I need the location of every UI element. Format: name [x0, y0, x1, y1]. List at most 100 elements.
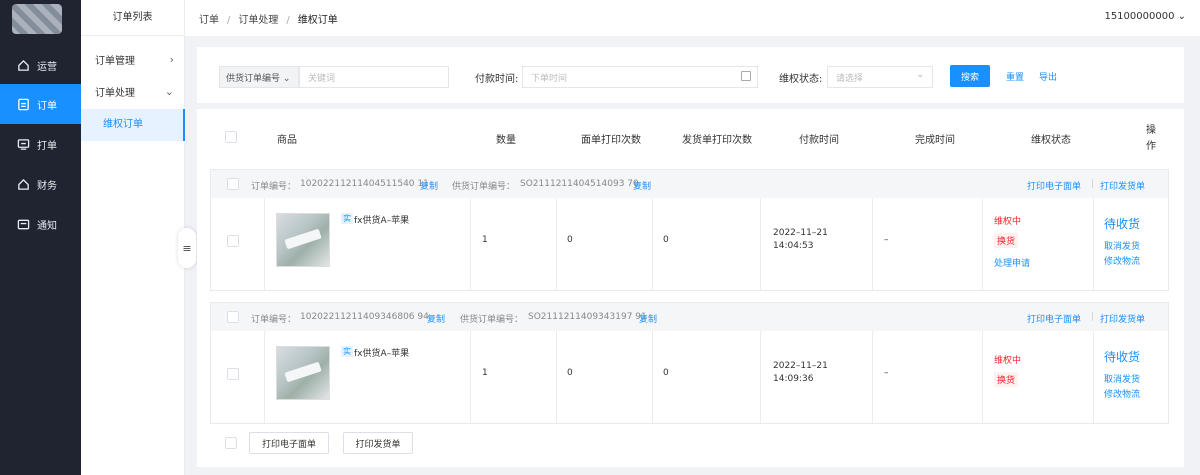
- calendar-icon: [741, 71, 751, 81]
- submenu-group-order-management[interactable]: 订单管理 ›: [81, 43, 184, 75]
- nav-item-operations[interactable]: 运营: [0, 45, 81, 85]
- bulk-print-waybill-button[interactable]: 打印电子面单: [249, 432, 329, 454]
- column-header: 付款时间: [799, 135, 839, 146]
- row-checkbox[interactable]: [227, 235, 239, 247]
- pay-time: 14:04:53: [773, 241, 814, 251]
- select-all-checkbox[interactable]: [225, 131, 237, 143]
- message-icon: [17, 219, 30, 229]
- keyword-input[interactable]: 关键词: [299, 66, 449, 88]
- order-no: 10202211211409346806 94: [300, 312, 429, 322]
- invoice-print-count: 0: [663, 235, 669, 245]
- print-waybill-link[interactable]: 打印电子面单: [1027, 312, 1081, 325]
- breadcrumb-item[interactable]: 订单: [199, 15, 219, 26]
- edit-logistics-link[interactable]: 修改物流: [1104, 387, 1140, 400]
- print-invoice-link[interactable]: 打印发货单: [1100, 179, 1145, 192]
- cancel-shipment-link[interactable]: 取消发货: [1104, 372, 1140, 385]
- copy-supply-no-button[interactable]: 复制: [633, 179, 651, 192]
- handle-request-link[interactable]: 处理申请: [994, 256, 1030, 269]
- chevron-down-icon: ⌄: [164, 84, 174, 98]
- divider: [197, 103, 1184, 109]
- nav-item-orders[interactable]: 订单: [0, 84, 81, 124]
- order-block: 订单编号： 10202211211404511540 11 复制 供货订单编号：…: [210, 169, 1169, 291]
- order-header: 订单编号： 10202211211409346806 94 复制 供货订单编号：…: [211, 303, 1168, 331]
- supply-no-label: 供货订单编号：: [460, 315, 524, 325]
- column-header: 操作: [1146, 125, 1156, 152]
- waybill-print-count: 0: [567, 235, 573, 245]
- order-no-label: 订单编号：: [251, 315, 297, 325]
- supply-no: SO2111211409343197 91: [528, 312, 647, 322]
- order-row: 实 fx供货A–苹果 1 0 0 2022–11–21 14:04:53 – 维…: [211, 198, 1168, 290]
- breadcrumb-item[interactable]: 订单处理: [238, 15, 278, 26]
- order-block: 订单编号： 10202211211409346806 94 复制 供货订单编号：…: [210, 302, 1169, 424]
- order-no: 10202211211404511540 11: [300, 179, 429, 189]
- printer-icon: [17, 138, 30, 150]
- pay-time-label: 付款时间:: [475, 74, 519, 85]
- row-checkbox[interactable]: [227, 368, 239, 380]
- collapse-menu-icon[interactable]: ≡: [178, 228, 196, 268]
- edit-logistics-link[interactable]: 修改物流: [1104, 254, 1140, 267]
- quantity: 1: [482, 235, 488, 245]
- supply-no: SO2111211404514093 70: [520, 179, 639, 189]
- finance-icon: [18, 178, 29, 190]
- pay-date: 2022–11–21: [773, 361, 828, 371]
- export-button[interactable]: 导出: [1039, 70, 1057, 83]
- finish-time: –: [884, 235, 889, 245]
- print-waybill-link[interactable]: 打印电子面单: [1027, 179, 1081, 192]
- copy-supply-no-button[interactable]: 复制: [639, 312, 657, 325]
- rights-type-badge: 换货: [994, 233, 1019, 248]
- chevron-right-icon: ›: [169, 52, 174, 66]
- physical-tag: 实: [341, 213, 353, 224]
- rights-status: 维权中: [994, 217, 1022, 227]
- main-sidebar: 运营 订单 打单 财务 通知: [0, 0, 81, 475]
- breadcrumb: 订单 / 订单处理 / 维权订单: [199, 14, 338, 26]
- product-name[interactable]: fx供货A–苹果: [354, 346, 409, 359]
- nav-item-finance[interactable]: 财务: [0, 164, 81, 204]
- home-icon: [18, 59, 29, 71]
- product-image[interactable]: [276, 213, 330, 267]
- submenu-title: 订单列表: [81, 0, 184, 36]
- column-header: 面单打印次数: [581, 135, 641, 146]
- top-header: 订单 / 订单处理 / 维权订单 15100000000 ⌄: [185, 0, 1200, 36]
- physical-tag: 实: [341, 346, 353, 357]
- nav-item-notice[interactable]: 通知: [0, 204, 81, 244]
- main-panel: 供货订单编号 ⌄ 关键词 付款时间: 下单时间 维权状态: 请选择 ⌄ 搜索 重…: [197, 47, 1184, 467]
- reset-button[interactable]: 重置: [1006, 70, 1024, 83]
- chevron-down-icon: ⌄: [916, 70, 924, 80]
- logo: [12, 4, 62, 34]
- bulk-print-invoice-button[interactable]: 打印发货单: [343, 432, 413, 454]
- rights-status-select[interactable]: 请选择 ⌄: [827, 66, 933, 88]
- submenu-group-order-processing[interactable]: 订单处理 ⌄: [81, 75, 184, 107]
- order-status: 待收货: [1104, 217, 1141, 231]
- order-no-label: 订单编号：: [251, 182, 297, 192]
- breadcrumb-current: 维权订单: [297, 14, 338, 26]
- copy-order-no-button[interactable]: 复制: [427, 312, 445, 325]
- rights-status: 维权中: [994, 356, 1022, 366]
- bottom-select-all-checkbox[interactable]: [225, 437, 237, 449]
- column-header: 发货单打印次数: [682, 135, 752, 146]
- order-header: 订单编号： 10202211211404511540 11 复制 供货订单编号：…: [211, 170, 1168, 198]
- copy-order-no-button[interactable]: 复制: [420, 179, 438, 192]
- submenu-item-rights-orders[interactable]: 维权订单: [81, 109, 185, 141]
- document-icon: [18, 98, 29, 110]
- rights-type-badge: 换货: [994, 372, 1019, 387]
- product-name[interactable]: fx供货A–苹果: [354, 213, 409, 226]
- pay-time: 14:09:36: [773, 374, 814, 384]
- order-checkbox[interactable]: [227, 178, 239, 190]
- product-image[interactable]: [276, 346, 330, 400]
- pay-time-picker[interactable]: 下单时间: [522, 66, 758, 88]
- order-checkbox[interactable]: [227, 311, 239, 323]
- order-type-select[interactable]: 供货订单编号 ⌄: [219, 66, 299, 88]
- search-button[interactable]: 搜索: [950, 65, 990, 87]
- secondary-menu: 订单列表 订单管理 › 订单处理 ⌄ 维权订单: [81, 0, 185, 475]
- print-invoice-link[interactable]: 打印发货单: [1100, 312, 1145, 325]
- table-header: 商品 数量 面单打印次数 发货单打印次数 付款时间 完成时间 维权状态 操作: [197, 117, 1184, 155]
- supply-no-label: 供货订单编号：: [452, 182, 516, 192]
- order-row: 实 fx供货A–苹果 1 0 0 2022–11–21 14:09:36 – 维…: [211, 331, 1168, 423]
- column-header: 数量: [496, 135, 516, 146]
- filter-bar: 供货订单编号 ⌄ 关键词 付款时间: 下单时间 维权状态: 请选择 ⌄ 搜索 重…: [197, 47, 1184, 101]
- quantity: 1: [482, 368, 488, 378]
- nav-item-print[interactable]: 打单: [0, 124, 81, 164]
- cancel-shipment-link[interactable]: 取消发货: [1104, 239, 1140, 252]
- order-status: 待收货: [1104, 350, 1141, 364]
- user-account-menu[interactable]: 15100000000 ⌄: [1104, 11, 1186, 22]
